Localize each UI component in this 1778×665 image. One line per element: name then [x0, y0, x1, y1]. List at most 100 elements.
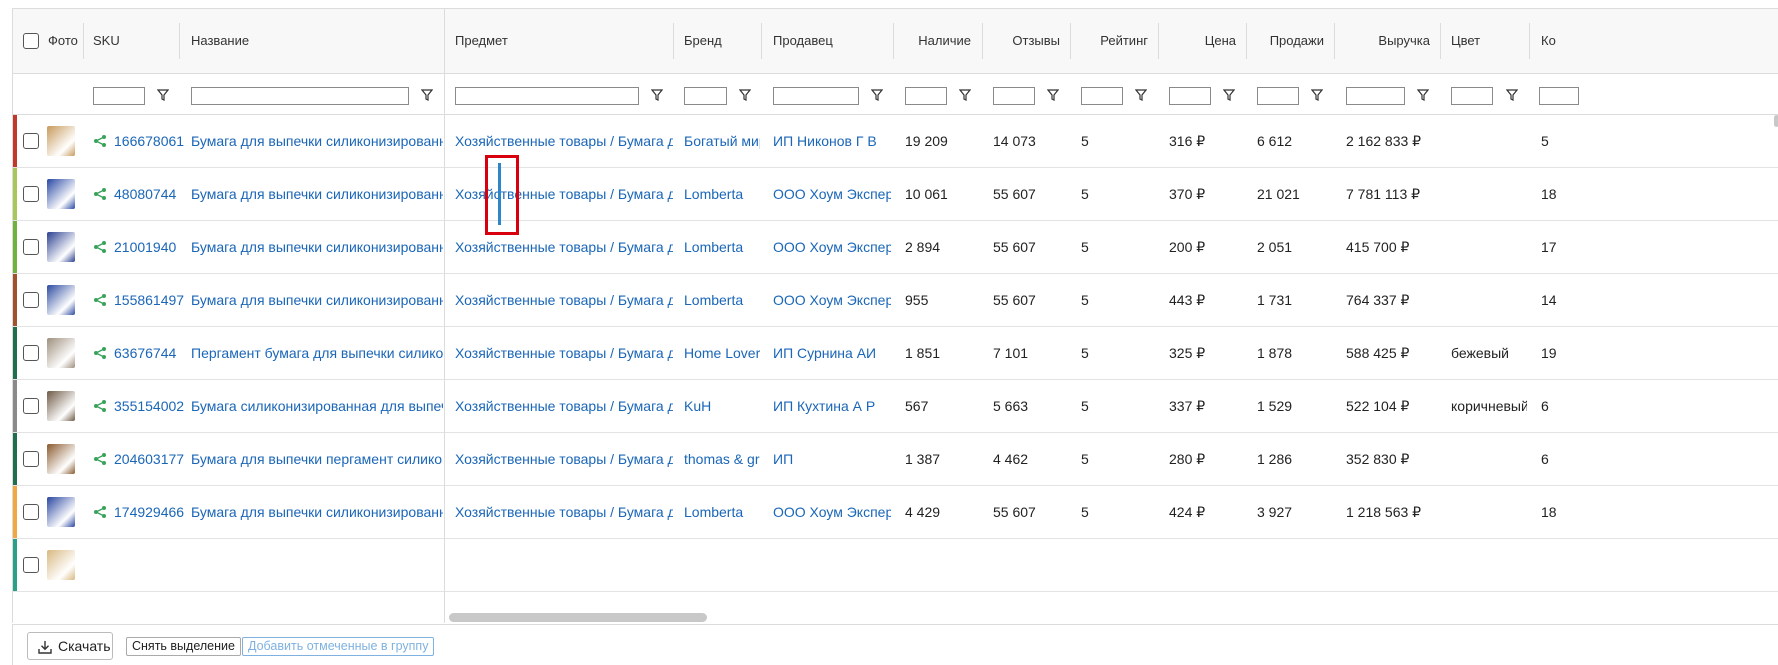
col-header-brand[interactable]: Бренд — [684, 9, 722, 73]
table-row[interactable]: 21001940 Бумага для выпечки силиконизиров… — [13, 221, 1778, 274]
filter-sku-input[interactable] — [93, 87, 145, 105]
cell-subject[interactable] — [455, 539, 673, 591]
cell-brand[interactable]: Lomberta — [684, 221, 760, 273]
share-icon[interactable] — [93, 346, 107, 360]
row-checkbox[interactable] — [23, 239, 39, 255]
filter-rating-input[interactable] — [1081, 87, 1123, 105]
row-checkbox[interactable] — [23, 557, 39, 573]
cell-seller[interactable]: ООО Хоум Эксперт — [773, 274, 891, 326]
col-header-stock[interactable]: Наличие — [893, 9, 971, 73]
add-to-group-button[interactable]: Добавить отмеченные в группу — [242, 637, 435, 656]
filter-funnel-icon[interactable] — [157, 88, 169, 102]
horizontal-scrollbar[interactable] — [449, 613, 707, 622]
cell-subject[interactable]: Хозяйственные товары / Бумага для вы — [455, 327, 673, 379]
col-header-rating[interactable]: Рейтинг — [1070, 9, 1148, 73]
cell-name[interactable]: Пергамент бумага для выпечки силиконизир — [191, 327, 443, 379]
filter-brand-input[interactable] — [684, 87, 727, 105]
select-all-checkbox[interactable] — [23, 33, 39, 49]
cell-brand[interactable]: thomas & gro — [684, 433, 760, 485]
row-checkbox[interactable] — [23, 451, 39, 467]
cell-subject[interactable]: Хозяйственные товары / Бумага для вы — [455, 486, 673, 538]
cell-brand[interactable]: Богатый мир — [684, 115, 760, 167]
table-row[interactable] — [13, 539, 1778, 592]
col-header-sku[interactable]: SKU — [93, 9, 120, 73]
filter-revenue-input[interactable] — [1346, 87, 1405, 105]
cell-name[interactable]: Бумага для выпечки силиконизированная, п — [191, 221, 443, 273]
cell-seller[interactable]: ООО Хоум Эксперт — [773, 168, 891, 220]
share-icon[interactable] — [93, 134, 107, 148]
share-icon[interactable] — [93, 452, 107, 466]
cell-brand[interactable]: KuH — [684, 380, 760, 432]
cell-name[interactable]: Бумага силиконизированная для выпечки и — [191, 380, 443, 432]
share-icon[interactable] — [93, 187, 107, 201]
cell-name[interactable] — [191, 539, 443, 591]
filter-funnel-icon[interactable] — [421, 88, 433, 102]
cell-sku[interactable]: 48080744 — [114, 168, 176, 220]
product-photo[interactable] — [47, 550, 75, 580]
col-header-subject[interactable]: Предмет — [455, 9, 508, 73]
filter-funnel-icon[interactable] — [1311, 88, 1323, 102]
filter-funnel-icon[interactable] — [1506, 88, 1518, 102]
cell-brand[interactable] — [684, 539, 760, 591]
cell-sku[interactable]: 355154002 — [114, 380, 184, 432]
filter-subject-input[interactable] — [455, 87, 639, 105]
filter-funnel-icon[interactable] — [739, 88, 751, 102]
table-row[interactable]: 166678061 Бумага для выпечки силиконизиро… — [13, 115, 1778, 168]
col-header-revenue[interactable]: Выручка — [1334, 9, 1430, 73]
filter-funnel-icon[interactable] — [1047, 88, 1059, 102]
filter-price-input[interactable] — [1169, 87, 1211, 105]
share-icon[interactable] — [93, 293, 107, 307]
cell-seller[interactable]: ИП Никонов Г В — [773, 115, 891, 167]
cell-brand[interactable]: Lomberta — [684, 486, 760, 538]
vertical-scrollbar[interactable] — [1774, 115, 1778, 127]
col-header-sales[interactable]: Продажи — [1246, 9, 1324, 73]
table-row[interactable]: 155861497 Бумага для выпечки силиконизиро… — [13, 274, 1778, 327]
table-row[interactable]: 63676744 Пергамент бумага для выпечки сил… — [13, 327, 1778, 380]
cell-brand[interactable]: Home Lovers — [684, 327, 760, 379]
deselect-button[interactable]: Снять выделение — [126, 637, 241, 656]
share-icon[interactable] — [93, 505, 107, 519]
product-photo[interactable] — [47, 497, 75, 527]
cell-name[interactable]: Бумага для выпечки пергамент силиконизир — [191, 433, 443, 485]
row-checkbox[interactable] — [23, 398, 39, 414]
filter-name-input[interactable] — [191, 87, 409, 105]
cell-subject[interactable]: Хозяйственные товары / Бумага для вы — [455, 433, 673, 485]
share-icon[interactable] — [93, 399, 107, 413]
filter-sales-input[interactable] — [1257, 87, 1299, 105]
cell-sku[interactable]: 21001940 — [114, 221, 176, 273]
filter-seller-input[interactable] — [773, 87, 859, 105]
product-photo[interactable] — [47, 232, 75, 262]
cell-seller[interactable]: ИП Сурнина АИ — [773, 327, 891, 379]
filter-stock-input[interactable] — [905, 87, 947, 105]
download-button[interactable]: Скачать — [27, 632, 113, 660]
filter-funnel-icon[interactable] — [1135, 88, 1147, 102]
filter-reviews-input[interactable] — [993, 87, 1035, 105]
row-checkbox[interactable] — [23, 133, 39, 149]
product-photo[interactable] — [47, 126, 75, 156]
cell-sku[interactable]: 204603177 — [114, 433, 184, 485]
filter-funnel-icon[interactable] — [1223, 88, 1235, 102]
cell-name[interactable]: Бумага для выпечки силиконизированная 25 — [191, 486, 443, 538]
filter-funnel-icon[interactable] — [871, 88, 883, 102]
table-row[interactable]: 174929466 Бумага для выпечки силиконизиро… — [13, 486, 1778, 539]
filter-quantity-input[interactable] — [1539, 87, 1579, 105]
row-checkbox[interactable] — [23, 345, 39, 361]
cell-name[interactable]: Бумага для выпечки силиконизированная пе — [191, 115, 443, 167]
col-header-color[interactable]: Цвет — [1451, 9, 1480, 73]
cell-subject[interactable]: Хозяйственные товары / Бумага для вы — [455, 380, 673, 432]
cell-brand[interactable]: Lomberta — [684, 168, 760, 220]
col-header-seller[interactable]: Продавец — [773, 9, 833, 73]
row-checkbox[interactable] — [23, 186, 39, 202]
cell-sku[interactable]: 63676744 — [114, 327, 176, 379]
cell-seller[interactable]: ООО Хоум Эксперт — [773, 486, 891, 538]
filter-color-input[interactable] — [1451, 87, 1493, 105]
cell-brand[interactable]: Lomberta — [684, 274, 760, 326]
col-header-reviews[interactable]: Отзывы — [982, 9, 1060, 73]
share-icon[interactable] — [93, 240, 107, 254]
col-header-price[interactable]: Цена — [1158, 9, 1236, 73]
product-photo[interactable] — [47, 391, 75, 421]
row-checkbox[interactable] — [23, 504, 39, 520]
product-photo[interactable] — [47, 285, 75, 315]
product-photo[interactable] — [47, 179, 75, 209]
product-photo[interactable] — [47, 444, 75, 474]
